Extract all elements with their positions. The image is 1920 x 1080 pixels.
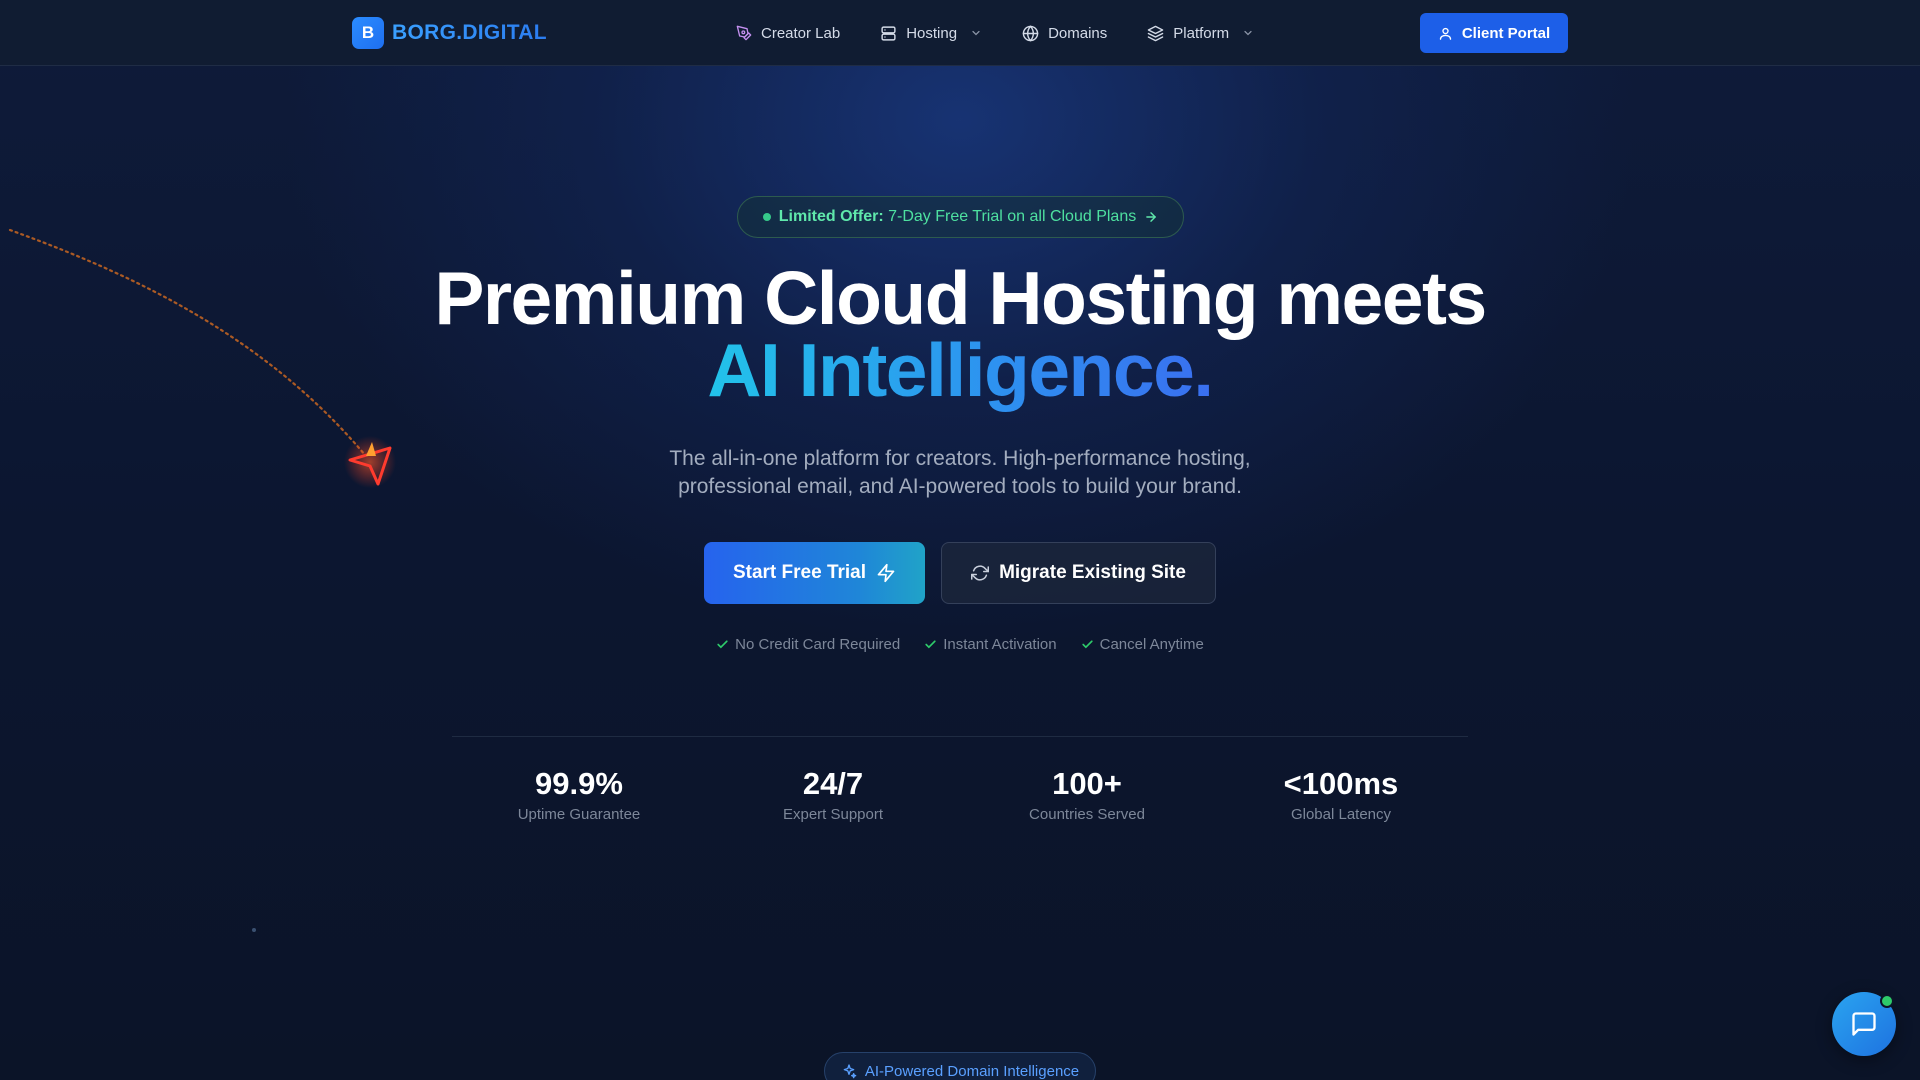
- stat-value: 99.9%: [535, 766, 623, 801]
- perks-list: No Credit Card Required Instant Activati…: [0, 636, 1920, 653]
- perk-item: No Credit Card Required: [716, 636, 900, 653]
- ai-badge-label: AI-Powered Domain Intelligence: [864, 1062, 1080, 1080]
- online-status-dot: [1880, 994, 1894, 1008]
- brand-name: BORG.DIGITAL: [392, 21, 547, 44]
- refresh-icon: [971, 565, 990, 581]
- globe-icon: [1022, 24, 1039, 42]
- stat-value: 100+: [1052, 766, 1122, 801]
- stat-value: 24/7: [802, 766, 864, 801]
- nav-item-label: Domains: [1048, 24, 1108, 42]
- nav-item-creator-lab[interactable]: Creator Lab: [736, 25, 840, 42]
- stat-label: Global Latency: [1290, 806, 1392, 823]
- pen-tool-icon: [736, 25, 752, 41]
- logo-badge: B: [352, 17, 384, 49]
- stat-item: 24/7 Expert Support: [706, 766, 960, 823]
- nav-item-label: Hosting: [906, 24, 958, 42]
- stat-label: Expert Support: [782, 806, 884, 823]
- chevron-down-icon: [1244, 30, 1252, 36]
- main-nav: Creator Lab Hosting Domains Platform: [736, 0, 1294, 66]
- status-dot: [762, 213, 771, 221]
- nav-item-platform[interactable]: Platform: [1147, 25, 1254, 42]
- offer-strong: Limited Offer:: [778, 208, 884, 225]
- hero-headline: Premium Cloud Hosting meets AI Intellige…: [0, 261, 1920, 408]
- nav-item-label: Platform: [1173, 24, 1230, 42]
- subtitle-line1: The all-in-one platform for creators. Hi…: [669, 447, 1251, 470]
- check-icon: [1081, 640, 1093, 649]
- message-square-icon: [1852, 1012, 1876, 1036]
- stats-row: 99.9% Uptime Guarantee 24/7 Expert Suppo…: [452, 766, 1468, 823]
- perk-item: Instant Activation: [924, 636, 1057, 653]
- nav-item-domains[interactable]: Domains: [1022, 25, 1107, 42]
- start-free-trial-label: Start Free Trial: [732, 562, 867, 583]
- live-chat-button[interactable]: [1832, 992, 1896, 1056]
- offer-detail: 7-Day Free Trial on all Cloud Plans: [888, 208, 1137, 225]
- subtitle-line2: professional email, and AI-powered tools…: [678, 475, 1242, 498]
- brand-logo[interactable]: B BORG.DIGITAL: [352, 17, 547, 49]
- perk-label: No Credit Card Required: [735, 636, 901, 653]
- user-icon: [1439, 27, 1451, 40]
- limited-offer-badge[interactable]: Limited Offer: 7-Day Free Trial on all C…: [737, 196, 1184, 238]
- offer-text: Limited Offer: 7-Day Free Trial on all C…: [779, 208, 1136, 226]
- perk-label: Instant Activation: [943, 636, 1057, 653]
- stat-label: Countries Served: [1029, 806, 1145, 823]
- hero-subtitle: The all-in-one platform for creators. Hi…: [610, 445, 1310, 501]
- start-free-trial-button[interactable]: Start Free Trial: [704, 542, 925, 604]
- client-portal-button[interactable]: Client Portal: [1420, 13, 1568, 53]
- check-icon: [925, 640, 936, 649]
- stat-item: 100+ Countries Served: [960, 766, 1214, 823]
- sparkles-icon: [843, 1064, 857, 1079]
- server-icon: [881, 25, 896, 41]
- migrate-site-label: Migrate Existing Site: [999, 562, 1186, 583]
- stat-item: 99.9% Uptime Guarantee: [452, 766, 706, 823]
- chevron-down-icon: [972, 30, 980, 36]
- top-navbar: B BORG.DIGITAL Creator Lab Hosting Domai…: [0, 0, 1920, 66]
- headline-line2: AI Intelligence.: [707, 328, 1214, 412]
- check-icon: [717, 640, 728, 649]
- client-portal-label: Client Portal: [1461, 24, 1551, 42]
- perk-label: Cancel Anytime: [1099, 636, 1204, 653]
- nav-item-label: Creator Lab: [761, 24, 841, 42]
- perk-item: Cancel Anytime: [1081, 636, 1204, 653]
- hero-section: Limited Offer: 7-Day Free Trial on all C…: [0, 0, 1920, 1080]
- migrate-site-button[interactable]: Migrate Existing Site: [941, 542, 1216, 604]
- stats-divider: [452, 736, 1468, 737]
- stat-value: <100ms: [1283, 766, 1399, 801]
- nav-item-hosting[interactable]: Hosting: [880, 25, 982, 42]
- stat-label: Uptime Guarantee: [517, 806, 641, 823]
- zap-icon: [877, 563, 895, 583]
- ai-domain-intelligence-badge: AI-Powered Domain Intelligence: [824, 1052, 1096, 1080]
- layers-icon: [1147, 25, 1164, 41]
- stat-item: <100ms Global Latency: [1214, 766, 1468, 823]
- arrow-right-icon: [1146, 212, 1157, 222]
